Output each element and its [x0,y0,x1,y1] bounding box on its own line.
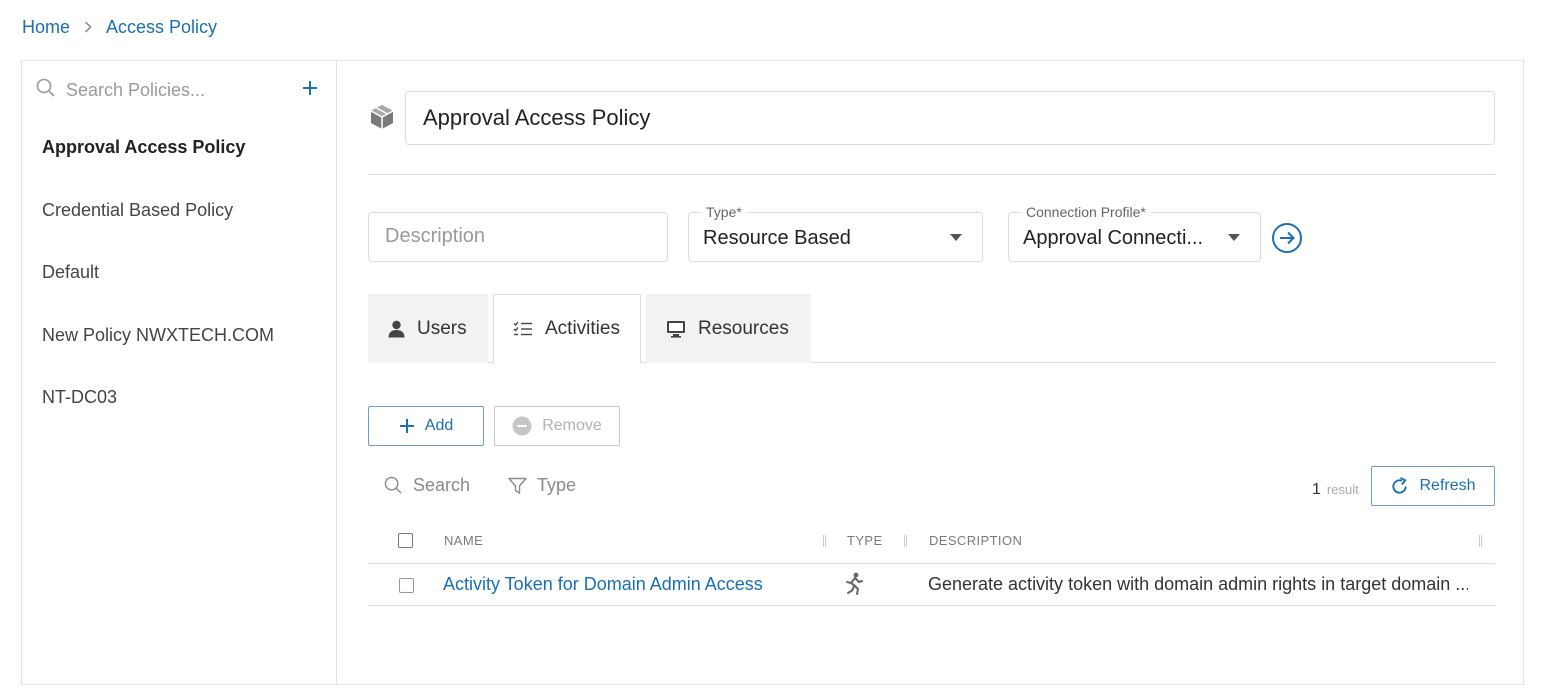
connection-profile-label: Connection Profile* [1021,204,1151,220]
running-person-icon [843,572,865,596]
dropdown-caret-icon [1228,234,1240,241]
add-button[interactable]: Add [368,406,484,446]
tab-activities[interactable]: Activities [493,294,641,364]
minus-circle-icon [512,416,532,436]
sidebar-item-credential-based-policy[interactable]: Credential Based Policy [42,200,233,221]
checklist-icon [513,321,533,337]
search-icon [384,476,403,495]
tab-activities-label: Activities [545,318,620,339]
sidebar-item-default[interactable]: Default [42,262,99,283]
breadcrumb: Home Access Policy [22,15,217,39]
plus-icon [399,418,415,434]
refresh-icon [1390,476,1409,496]
table-search-filter[interactable]: Search [384,475,470,496]
cube-icon [368,103,396,131]
policy-sidebar: Approval Access Policy Credential Based … [22,61,337,684]
result-count-value: 1 [1312,481,1321,498]
dropdown-caret-icon [950,234,962,241]
table-header: NAME TYPE DESCRIPTION [368,521,1495,564]
policy-search [36,77,326,103]
policy-search-input[interactable] [66,79,286,101]
chevron-right-icon [84,21,92,33]
description-input[interactable] [385,225,645,248]
arrow-right-circle-icon[interactable] [1271,222,1303,254]
tab-resources[interactable]: Resources [646,294,811,363]
column-resize-handle[interactable] [1479,535,1482,547]
user-icon [388,320,405,338]
add-button-label: Add [424,417,454,434]
type-label: Type* [701,204,747,220]
tab-users[interactable]: Users [368,294,488,363]
connection-profile-select[interactable]: Connection Profile* Approval Connecti... [1008,204,1261,262]
policy-detail: Type* Resource Based Connection Profile*… [338,61,1524,684]
type-filter[interactable]: Type [508,475,576,496]
search-icon [36,78,56,103]
column-header-description[interactable]: DESCRIPTION [929,533,1022,548]
policy-tabs: Users Activities Resources [368,294,1495,364]
remove-button-label: Remove [542,417,602,434]
description-field[interactable] [368,212,668,262]
sidebar-item-new-policy-nwxtech[interactable]: New Policy NWXTECH.COM [42,325,274,346]
result-count-label: result [1326,482,1359,497]
breadcrumb-access-policy-link[interactable]: Access Policy [106,17,217,38]
tab-users-label: Users [417,317,467,339]
add-policy-plus-icon[interactable] [300,78,320,98]
policy-name-field[interactable] [405,91,1495,145]
column-resize-handle[interactable] [823,535,826,547]
column-header-name[interactable]: NAME [444,533,483,548]
search-filter-label: Search [413,475,471,495]
type-value: Resource Based [703,227,851,249]
monitor-icon [666,320,686,338]
refresh-button[interactable]: Refresh [1371,466,1495,506]
column-header-type[interactable]: TYPE [847,533,883,548]
refresh-button-label: Refresh [1419,477,1476,494]
type-select[interactable]: Type* Resource Based [688,204,983,262]
table-row[interactable]: Activity Token for Domain Admin Access G… [368,564,1495,606]
activity-description: Generate activity token with domain admi… [928,574,1468,594]
connection-profile-value: Approval Connecti... [1023,227,1204,249]
select-all-checkbox[interactable] [398,533,413,548]
funnel-icon [508,477,527,495]
result-count: 1 result [1312,481,1359,499]
sidebar-item-nt-dc03[interactable]: NT-DC03 [42,387,117,408]
activity-name-link[interactable]: Activity Token for Domain Admin Access [443,574,763,595]
breadcrumb-home-link[interactable]: Home [22,17,70,38]
sidebar-item-approval-access-policy[interactable]: Approval Access Policy [42,137,245,158]
row-checkbox[interactable] [399,578,414,593]
divider [368,174,1495,175]
remove-button[interactable]: Remove [494,406,620,446]
column-resize-handle[interactable] [904,535,907,547]
tab-resources-label: Resources [698,317,789,339]
type-filter-label: Type [537,475,577,495]
policy-panel: Approval Access Policy Credential Based … [21,60,1524,685]
